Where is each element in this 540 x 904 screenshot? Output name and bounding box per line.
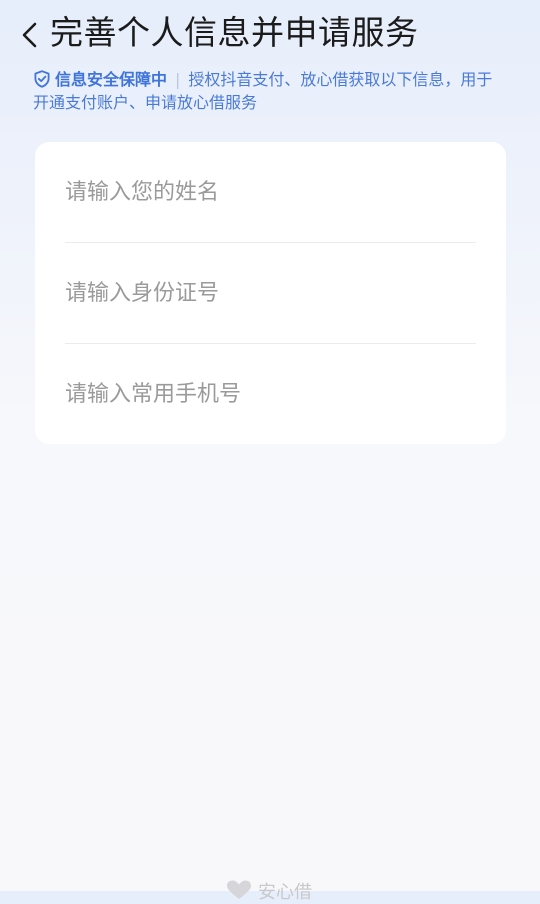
secure-label: 信息安全保障中 (55, 70, 168, 89)
back-button[interactable] (16, 14, 50, 54)
form-card (35, 142, 506, 444)
footer-brand-text: 安心借 (258, 882, 312, 903)
header: 完善个人信息并申请服务 (0, 8, 540, 58)
phone-input[interactable] (65, 344, 476, 444)
page-title: 完善个人信息并申请服务 (50, 13, 419, 52)
footer-brand: 安心借 (226, 878, 312, 903)
id-row (65, 243, 476, 343)
shield-check-icon (34, 70, 50, 88)
name-row (65, 142, 476, 242)
chevron-left-icon (22, 22, 37, 48)
name-input[interactable] (65, 142, 476, 242)
security-notice: 信息安全保障中 | 授权抖音支付、放心借获取以下信息，用于开通支付账户、申请放心借服… (33, 68, 503, 114)
notice-separator: | (175, 70, 181, 89)
id-number-input[interactable] (65, 243, 476, 343)
heart-logo-icon (227, 880, 251, 899)
phone-row (65, 344, 476, 444)
